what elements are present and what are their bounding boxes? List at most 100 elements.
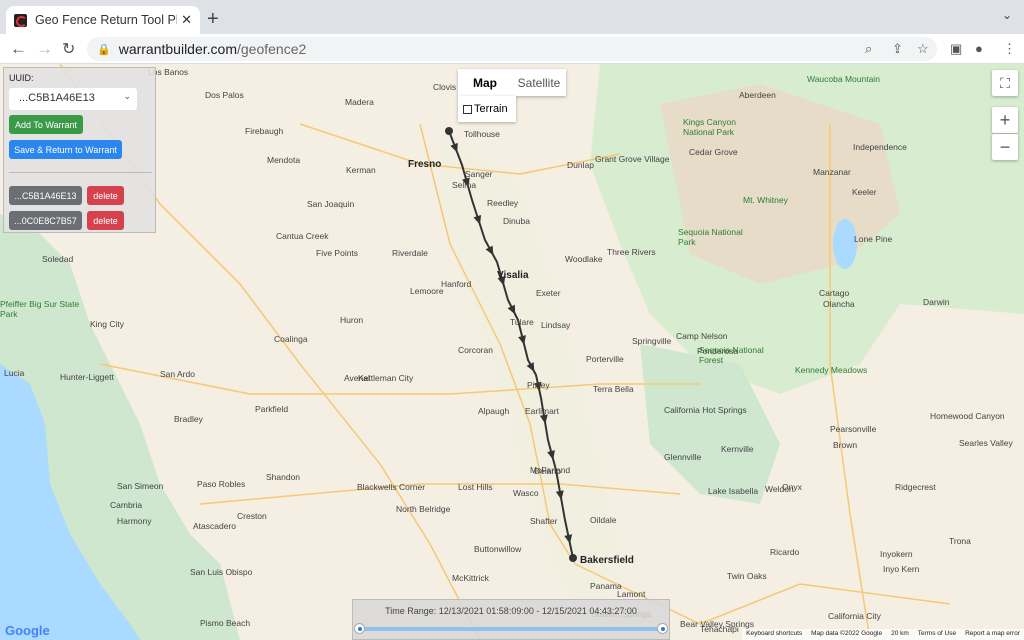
tab-title: Geo Fence Return Tool Phase 3 bbox=[35, 13, 177, 27]
place-label: Lemoore bbox=[410, 286, 444, 296]
park-label: Kennedy Meadows bbox=[795, 365, 868, 375]
route-arrow-icon bbox=[507, 304, 516, 315]
place-label: Paso Robles bbox=[197, 479, 246, 489]
report-error-link[interactable]: Report a map error bbox=[965, 630, 1020, 639]
terrain-checkbox[interactable] bbox=[463, 104, 472, 114]
end-handle[interactable] bbox=[657, 623, 668, 634]
park-label: Mt. Whitney bbox=[743, 195, 788, 205]
route-start-marker bbox=[445, 127, 453, 135]
uuid-entry-button[interactable]: ...0C0E8C7B57 bbox=[9, 211, 82, 230]
profile-avatar-icon[interactable]: ● bbox=[975, 41, 983, 56]
place-label: Lone Pine bbox=[854, 234, 893, 244]
zoom-icon[interactable]: ⌕ bbox=[865, 41, 872, 57]
place-label: Fresno bbox=[408, 159, 442, 170]
place-label: Tulare bbox=[510, 317, 534, 327]
route-arrow-icon bbox=[450, 142, 458, 153]
geofence-control-panel: UUID: ...C5B1A46E13 ⌄ Add To Warrant Save… bbox=[3, 67, 156, 233]
map-data-text: Map data ©2022 Google bbox=[811, 630, 883, 637]
delete-button[interactable]: delete bbox=[87, 186, 124, 205]
terrain-toggle[interactable]: Terrain bbox=[458, 96, 516, 122]
time-range-label: Time Range: 12/13/2021 01:58:09:00 - 12/… bbox=[385, 606, 637, 616]
save-return-button[interactable]: Save & Return to Warrant bbox=[9, 140, 122, 159]
place-label: Hunter-Liggett bbox=[60, 372, 114, 382]
place-label: Lost Hills bbox=[458, 482, 493, 492]
place-label: Three Rivers bbox=[607, 247, 656, 257]
place-label: Reedley bbox=[487, 198, 519, 208]
fullscreen-icon[interactable]: ⛶ bbox=[992, 70, 1018, 96]
reload-icon[interactable]: ↻ bbox=[62, 39, 75, 59]
place-label: Bradley bbox=[174, 414, 203, 424]
place-label: Hanford bbox=[441, 279, 472, 289]
time-range-control: Time Range: 12/13/2021 01:58:09:00 - 12/… bbox=[352, 599, 670, 640]
place-label: McFarland bbox=[530, 465, 571, 475]
place-label: Kernville bbox=[721, 444, 754, 454]
url-input[interactable]: 🔒 warrantbuilder.com/geofence2 bbox=[87, 37, 937, 61]
uuid-label: UUID: bbox=[9, 73, 34, 83]
place-label: Huron bbox=[340, 315, 364, 325]
park-label: Sequoia National Park bbox=[678, 227, 743, 247]
place-label: Brown bbox=[833, 440, 858, 450]
place-label: Corcoran bbox=[458, 345, 493, 355]
map-type-control: Map Satellite bbox=[458, 69, 566, 96]
map-attribution: Keyboard shortcuts Map data ©2022 Google… bbox=[742, 629, 1024, 640]
place-label: Independence bbox=[853, 142, 907, 152]
park-label: Pfeiffer Big Sur State Park bbox=[0, 299, 80, 319]
place-label: Keeler bbox=[852, 187, 877, 197]
place-label: Kettleman City bbox=[358, 373, 414, 383]
share-icon[interactable]: ⇪ bbox=[892, 41, 903, 57]
place-label: Aberdeen bbox=[739, 90, 776, 100]
uuid-select[interactable]: ...C5B1A46E13 ⌄ bbox=[9, 88, 137, 110]
url-path: /geofence2 bbox=[236, 41, 307, 57]
url-domain: warrantbuilder.com bbox=[118, 41, 237, 57]
side-panel-icon[interactable]: ▣ bbox=[950, 41, 962, 57]
place-label: Manzanar bbox=[813, 167, 851, 177]
place-label: Ridgecrest bbox=[895, 482, 936, 492]
close-tab-icon[interactable]: ✕ bbox=[181, 12, 192, 28]
place-label: Pismo Beach bbox=[200, 618, 251, 628]
place-label: Parkfield bbox=[255, 404, 289, 414]
site-favicon-icon bbox=[14, 13, 27, 27]
place-label: Mendota bbox=[267, 155, 301, 165]
menu-kebab-icon[interactable]: ⋮ bbox=[1003, 41, 1016, 57]
back-icon[interactable]: ← bbox=[10, 39, 27, 59]
new-tab-icon[interactable]: + bbox=[207, 8, 219, 31]
forward-icon[interactable]: → bbox=[36, 39, 53, 59]
browser-tab[interactable]: Geo Fence Return Tool Phase 3 ✕ bbox=[6, 6, 200, 34]
uuid-entry-button[interactable]: ...C5B1A46E13 bbox=[9, 186, 82, 205]
place-label: Pixley bbox=[527, 380, 550, 390]
place-label: Bear Valley Springs bbox=[680, 619, 755, 629]
tab-search-chevron-icon[interactable]: ⌄ bbox=[1002, 8, 1012, 22]
start-handle[interactable] bbox=[354, 623, 365, 634]
place-label: Sanger bbox=[465, 169, 493, 179]
place-label: Pearsonville bbox=[830, 424, 877, 434]
scale-bar[interactable]: 20 km bbox=[891, 630, 909, 639]
route-arrow-icon bbox=[473, 214, 482, 225]
time-range-slider[interactable] bbox=[354, 623, 668, 634]
place-label: Woodlake bbox=[565, 254, 603, 264]
place-label: Cartago bbox=[819, 288, 850, 298]
place-label: Cantua Creek bbox=[276, 231, 329, 241]
map-type-satellite-button[interactable]: Satellite bbox=[512, 69, 566, 96]
place-label: Riverdale bbox=[392, 248, 428, 258]
place-label: Atascadero bbox=[193, 521, 236, 531]
keyboard-shortcuts-link[interactable]: Keyboard shortcuts bbox=[746, 630, 802, 639]
delete-button[interactable]: delete bbox=[87, 211, 124, 230]
place-label: Five Points bbox=[316, 248, 359, 258]
place-label: Olancha bbox=[823, 299, 855, 309]
place-label: Onyx bbox=[782, 482, 802, 492]
zoom-out-button[interactable]: − bbox=[992, 134, 1018, 160]
add-to-warrant-button[interactable]: Add To Warrant bbox=[9, 115, 83, 134]
place-label: McKittrick bbox=[452, 573, 489, 583]
zoom-in-button[interactable]: + bbox=[992, 107, 1018, 133]
place-label: Searles Valley bbox=[959, 438, 1013, 448]
map[interactable]: Los Banos Dos Palos Madera Firebaugh Mendota… bbox=[0, 64, 1024, 640]
place-label: Twin Oaks bbox=[727, 571, 767, 581]
terms-link[interactable]: Terms of Use bbox=[918, 630, 956, 639]
map-type-map-button[interactable]: Map bbox=[458, 69, 512, 96]
bookmark-star-icon[interactable]: ☆ bbox=[917, 41, 929, 57]
place-label: Wasco bbox=[513, 488, 539, 498]
place-label: San Joaquin bbox=[307, 199, 355, 209]
place-label: Blackwells Corner bbox=[357, 482, 426, 492]
place-label: Firebaugh bbox=[245, 126, 284, 136]
place-label: Tollhouse bbox=[464, 129, 500, 139]
